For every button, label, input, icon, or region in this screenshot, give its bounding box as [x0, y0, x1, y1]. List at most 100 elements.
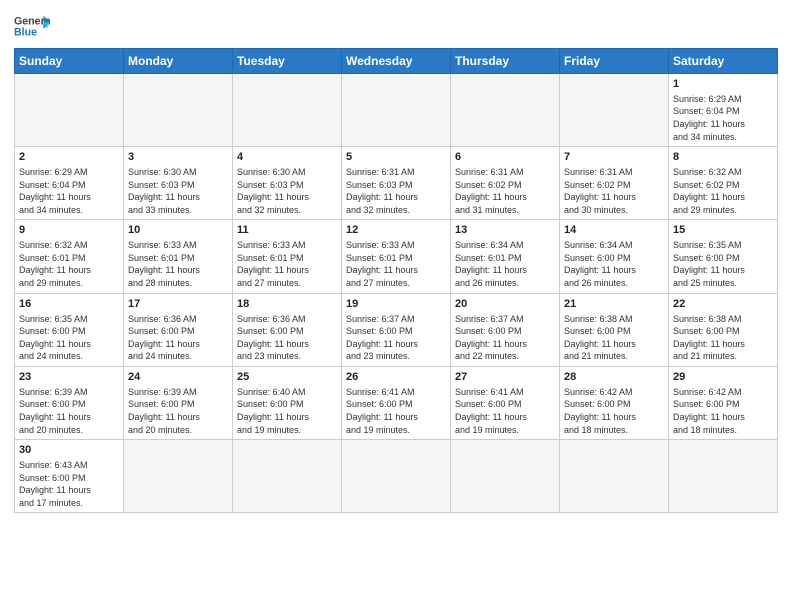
weekday-header-row: SundayMondayTuesdayWednesdayThursdayFrid…: [15, 49, 778, 74]
day-number: 22: [673, 297, 773, 312]
calendar-cell: 7Sunrise: 6:31 AM Sunset: 6:02 PM Daylig…: [560, 147, 669, 220]
day-info: Sunrise: 6:33 AM Sunset: 6:01 PM Dayligh…: [237, 239, 337, 289]
day-info: Sunrise: 6:30 AM Sunset: 6:03 PM Dayligh…: [128, 166, 228, 216]
day-number: 6: [455, 150, 555, 165]
calendar-cell: 9Sunrise: 6:32 AM Sunset: 6:01 PM Daylig…: [15, 220, 124, 293]
day-info: Sunrise: 6:41 AM Sunset: 6:00 PM Dayligh…: [346, 386, 446, 436]
calendar-week-row: 23Sunrise: 6:39 AM Sunset: 6:00 PM Dayli…: [15, 366, 778, 439]
day-number: 27: [455, 370, 555, 385]
weekday-header: Wednesday: [342, 49, 451, 74]
day-number: 28: [564, 370, 664, 385]
day-info: Sunrise: 6:41 AM Sunset: 6:00 PM Dayligh…: [455, 386, 555, 436]
day-number: 3: [128, 150, 228, 165]
weekday-header: Thursday: [451, 49, 560, 74]
calendar-cell: 19Sunrise: 6:37 AM Sunset: 6:00 PM Dayli…: [342, 293, 451, 366]
calendar-cell: [451, 440, 560, 513]
day-info: Sunrise: 6:37 AM Sunset: 6:00 PM Dayligh…: [346, 313, 446, 363]
calendar-cell: 25Sunrise: 6:40 AM Sunset: 6:00 PM Dayli…: [233, 366, 342, 439]
day-number: 12: [346, 223, 446, 238]
day-number: 17: [128, 297, 228, 312]
day-number: 9: [19, 223, 119, 238]
day-number: 24: [128, 370, 228, 385]
day-info: Sunrise: 6:33 AM Sunset: 6:01 PM Dayligh…: [128, 239, 228, 289]
day-info: Sunrise: 6:29 AM Sunset: 6:04 PM Dayligh…: [19, 166, 119, 216]
calendar-cell: 11Sunrise: 6:33 AM Sunset: 6:01 PM Dayli…: [233, 220, 342, 293]
day-info: Sunrise: 6:37 AM Sunset: 6:00 PM Dayligh…: [455, 313, 555, 363]
calendar-cell: 4Sunrise: 6:30 AM Sunset: 6:03 PM Daylig…: [233, 147, 342, 220]
day-number: 5: [346, 150, 446, 165]
day-info: Sunrise: 6:38 AM Sunset: 6:00 PM Dayligh…: [564, 313, 664, 363]
calendar-cell: 20Sunrise: 6:37 AM Sunset: 6:00 PM Dayli…: [451, 293, 560, 366]
calendar-cell: 16Sunrise: 6:35 AM Sunset: 6:00 PM Dayli…: [15, 293, 124, 366]
day-number: 23: [19, 370, 119, 385]
day-number: 20: [455, 297, 555, 312]
calendar-cell: 21Sunrise: 6:38 AM Sunset: 6:00 PM Dayli…: [560, 293, 669, 366]
day-number: 10: [128, 223, 228, 238]
calendar-cell: 2Sunrise: 6:29 AM Sunset: 6:04 PM Daylig…: [15, 147, 124, 220]
calendar-cell: 14Sunrise: 6:34 AM Sunset: 6:00 PM Dayli…: [560, 220, 669, 293]
calendar-cell: 17Sunrise: 6:36 AM Sunset: 6:00 PM Dayli…: [124, 293, 233, 366]
calendar-cell: 29Sunrise: 6:42 AM Sunset: 6:00 PM Dayli…: [669, 366, 778, 439]
day-info: Sunrise: 6:34 AM Sunset: 6:01 PM Dayligh…: [455, 239, 555, 289]
calendar-cell: 10Sunrise: 6:33 AM Sunset: 6:01 PM Dayli…: [124, 220, 233, 293]
day-info: Sunrise: 6:35 AM Sunset: 6:00 PM Dayligh…: [19, 313, 119, 363]
calendar-cell: [15, 74, 124, 147]
weekday-header: Tuesday: [233, 49, 342, 74]
calendar-cell: 13Sunrise: 6:34 AM Sunset: 6:01 PM Dayli…: [451, 220, 560, 293]
weekday-header: Sunday: [15, 49, 124, 74]
day-info: Sunrise: 6:39 AM Sunset: 6:00 PM Dayligh…: [19, 386, 119, 436]
calendar-cell: 28Sunrise: 6:42 AM Sunset: 6:00 PM Dayli…: [560, 366, 669, 439]
day-info: Sunrise: 6:42 AM Sunset: 6:00 PM Dayligh…: [673, 386, 773, 436]
day-info: Sunrise: 6:31 AM Sunset: 6:02 PM Dayligh…: [564, 166, 664, 216]
weekday-header: Friday: [560, 49, 669, 74]
calendar-week-row: 16Sunrise: 6:35 AM Sunset: 6:00 PM Dayli…: [15, 293, 778, 366]
day-info: Sunrise: 6:30 AM Sunset: 6:03 PM Dayligh…: [237, 166, 337, 216]
calendar-cell: 5Sunrise: 6:31 AM Sunset: 6:03 PM Daylig…: [342, 147, 451, 220]
day-number: 14: [564, 223, 664, 238]
weekday-header: Saturday: [669, 49, 778, 74]
day-number: 15: [673, 223, 773, 238]
calendar-cell: 8Sunrise: 6:32 AM Sunset: 6:02 PM Daylig…: [669, 147, 778, 220]
weekday-header: Monday: [124, 49, 233, 74]
generalblue-logo-icon: General Blue: [14, 14, 50, 42]
calendar-cell: 15Sunrise: 6:35 AM Sunset: 6:00 PM Dayli…: [669, 220, 778, 293]
day-number: 13: [455, 223, 555, 238]
day-number: 4: [237, 150, 337, 165]
day-info: Sunrise: 6:34 AM Sunset: 6:00 PM Dayligh…: [564, 239, 664, 289]
calendar-cell: 23Sunrise: 6:39 AM Sunset: 6:00 PM Dayli…: [15, 366, 124, 439]
day-info: Sunrise: 6:33 AM Sunset: 6:01 PM Dayligh…: [346, 239, 446, 289]
day-info: Sunrise: 6:36 AM Sunset: 6:00 PM Dayligh…: [237, 313, 337, 363]
day-info: Sunrise: 6:32 AM Sunset: 6:01 PM Dayligh…: [19, 239, 119, 289]
day-info: Sunrise: 6:38 AM Sunset: 6:00 PM Dayligh…: [673, 313, 773, 363]
day-info: Sunrise: 6:32 AM Sunset: 6:02 PM Dayligh…: [673, 166, 773, 216]
day-info: Sunrise: 6:31 AM Sunset: 6:02 PM Dayligh…: [455, 166, 555, 216]
day-number: 19: [346, 297, 446, 312]
calendar-cell: [560, 74, 669, 147]
calendar-cell: 30Sunrise: 6:43 AM Sunset: 6:00 PM Dayli…: [15, 440, 124, 513]
calendar-week-row: 9Sunrise: 6:32 AM Sunset: 6:01 PM Daylig…: [15, 220, 778, 293]
day-number: 2: [19, 150, 119, 165]
calendar-table: SundayMondayTuesdayWednesdayThursdayFrid…: [14, 48, 778, 513]
calendar-cell: 6Sunrise: 6:31 AM Sunset: 6:02 PM Daylig…: [451, 147, 560, 220]
day-info: Sunrise: 6:36 AM Sunset: 6:00 PM Dayligh…: [128, 313, 228, 363]
calendar-cell: [669, 440, 778, 513]
day-number: 30: [19, 443, 119, 458]
day-number: 1: [673, 77, 773, 92]
day-number: 29: [673, 370, 773, 385]
calendar-week-row: 2Sunrise: 6:29 AM Sunset: 6:04 PM Daylig…: [15, 147, 778, 220]
day-number: 26: [346, 370, 446, 385]
calendar-week-row: 1Sunrise: 6:29 AM Sunset: 6:04 PM Daylig…: [15, 74, 778, 147]
calendar-cell: [342, 440, 451, 513]
calendar-cell: [342, 74, 451, 147]
svg-text:Blue: Blue: [14, 26, 37, 38]
calendar-cell: [124, 440, 233, 513]
calendar-cell: [451, 74, 560, 147]
day-number: 18: [237, 297, 337, 312]
day-number: 21: [564, 297, 664, 312]
day-number: 16: [19, 297, 119, 312]
calendar-cell: 26Sunrise: 6:41 AM Sunset: 6:00 PM Dayli…: [342, 366, 451, 439]
day-info: Sunrise: 6:40 AM Sunset: 6:00 PM Dayligh…: [237, 386, 337, 436]
calendar-cell: 1Sunrise: 6:29 AM Sunset: 6:04 PM Daylig…: [669, 74, 778, 147]
day-info: Sunrise: 6:42 AM Sunset: 6:00 PM Dayligh…: [564, 386, 664, 436]
calendar-cell: [233, 440, 342, 513]
